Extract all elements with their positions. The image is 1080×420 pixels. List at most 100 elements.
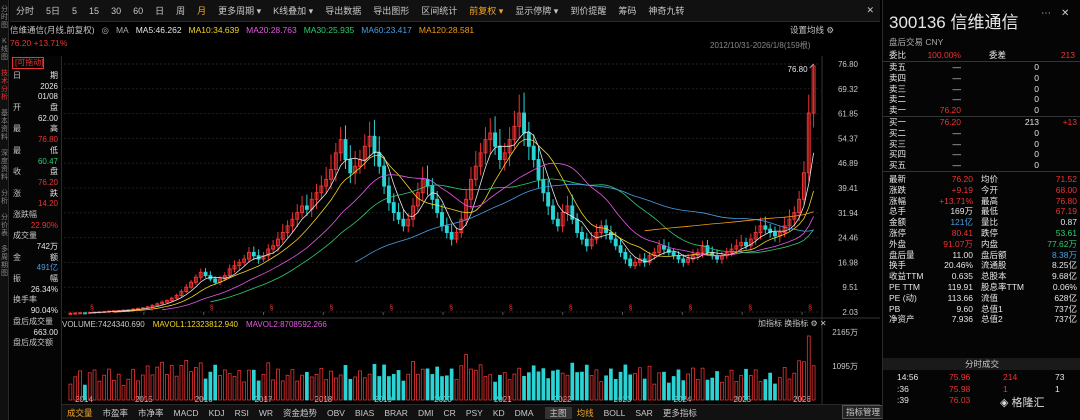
indicator-actions[interactable]: 加指标 换指标 ⚙ ✕ — [758, 318, 827, 329]
book-label: 买五 — [889, 160, 907, 171]
indicator-tab-20[interactable]: 更多指标 — [658, 407, 702, 419]
book-label: 卖四 — [889, 72, 907, 83]
sidebar-item-2[interactable]: 技术分析 — [0, 70, 9, 102]
indicator-tab-17[interactable]: 均线 — [572, 407, 599, 419]
toolbar-close-icon[interactable]: ✕ — [860, 5, 880, 16]
period-tab-12[interactable]: 导出图形 — [367, 4, 415, 17]
indicator-tab-16[interactable]: 主图 — [544, 406, 572, 419]
indicator-tab-12[interactable]: CR — [439, 408, 461, 418]
indicator-tab-13[interactable]: PSY — [461, 408, 488, 418]
left-nav-sidebar[interactable]: 分时图 K线图技术分析基本资料深度资料分析分价表多周期图 — [0, 0, 9, 420]
dividend-marker-icon[interactable]: § — [389, 305, 393, 312]
indicator-tab-19[interactable]: SAR — [630, 408, 657, 418]
period-tab-16[interactable]: 到价提醒 — [564, 4, 612, 17]
indicator-tab-3[interactable]: MACD — [169, 408, 204, 418]
stat-value: 737亿 — [1054, 314, 1077, 325]
period-tab-10[interactable]: K线叠加 ▾ — [267, 4, 319, 17]
ma-settings-button[interactable]: 设置均线 ⚙ — [790, 24, 834, 36]
stat-value: 91.07万 — [943, 238, 973, 249]
period-tab-2[interactable]: 5 — [66, 6, 83, 16]
period-tab-18[interactable]: 神奇九转 — [642, 4, 690, 17]
period-tab-11[interactable]: 导出数据 — [319, 4, 367, 17]
volume-bar — [126, 378, 131, 401]
dividend-marker-icon[interactable]: § — [688, 305, 692, 312]
volume-bar — [348, 378, 353, 401]
stat-label: 跌停 — [981, 228, 999, 238]
period-tab-5[interactable]: 60 — [127, 6, 149, 16]
volume-bar — [276, 368, 280, 401]
period-tab-9[interactable]: 更多周期 ▾ — [212, 4, 267, 17]
period-tab-6[interactable]: 日 — [149, 4, 170, 17]
volume-bar — [396, 370, 401, 401]
volume-bar — [517, 367, 522, 401]
period-tab-0[interactable]: 分时 — [10, 4, 40, 17]
indicator-tab-2[interactable]: 市净率 — [133, 407, 169, 419]
tick-trades-header[interactable]: 分时成交 — [883, 358, 1080, 370]
sidebar-item-5[interactable]: 分析 — [0, 190, 9, 206]
dividend-marker-icon[interactable]: § — [90, 305, 94, 312]
indicator-tab-6[interactable]: WR — [254, 408, 278, 418]
chart-title: 信维通信(月线,前复权) — [10, 25, 95, 35]
period-tab-1[interactable]: 5日 — [40, 4, 66, 17]
indicator-tab-4[interactable]: KDJ — [204, 408, 230, 418]
indicator-tab-5[interactable]: RSI — [230, 408, 254, 418]
indicator-tab-10[interactable]: BRAR — [379, 408, 413, 418]
period-tab-14[interactable]: 前复权 ▾ — [463, 4, 509, 17]
dividend-marker-icon[interactable]: § — [150, 305, 154, 312]
detail-row: 26.34% — [10, 285, 61, 296]
period-tab-7[interactable]: 周 — [170, 4, 191, 17]
sidebar-item-7[interactable]: 多周期图 — [0, 246, 9, 278]
indicator-tab-18[interactable]: BOLL — [599, 408, 631, 418]
indicator-tab-9[interactable]: BIAS — [350, 408, 379, 418]
indicator-tab-8[interactable]: OBV — [322, 408, 350, 418]
dividend-marker-icon[interactable]: § — [210, 305, 214, 312]
period-tab-17[interactable]: 筹码 — [612, 4, 642, 17]
dividend-marker-icon[interactable]: § — [808, 305, 812, 312]
detail-row: 成交量 — [10, 231, 61, 242]
dividend-marker-icon[interactable]: § — [748, 305, 752, 312]
sidebar-item-1[interactable]: K线图 — [0, 38, 9, 62]
period-tab-4[interactable]: 30 — [105, 6, 127, 16]
indicator-tab-7[interactable]: 资金趋势 — [278, 407, 322, 419]
sidebar-item-0[interactable]: 分时图 — [0, 6, 9, 30]
volume-bar — [111, 379, 116, 401]
close-icon[interactable]: ✕ — [1061, 8, 1069, 19]
indicator-manager-button[interactable]: 指标管理 — [841, 405, 884, 419]
more-icon[interactable]: ⋯ — [1041, 8, 1051, 19]
sidebar-item-3[interactable]: 基本资料 — [0, 110, 9, 142]
indicator-tab-15[interactable]: DMA — [510, 408, 539, 418]
candlestick-chart[interactable]: 76.80 69.32 61.85 54.37 46.89 39.41 31.94 24.46… — [62, 56, 880, 404]
stat-label: 总股本 — [981, 271, 1007, 282]
dividend-marker-icon[interactable]: § — [329, 305, 333, 312]
period-tab-3[interactable]: 15 — [83, 6, 105, 16]
volume-bar — [295, 380, 300, 401]
book-qty: 0 — [1034, 127, 1039, 138]
indicator-tab-11[interactable]: DMI — [413, 408, 439, 418]
period-tab-8[interactable]: 月 — [191, 4, 212, 17]
indicator-tab-bar[interactable]: 成交量 市盈率 市净率 MACD KDJ RSI WR 资金趋势 OBV BIAS BRAR DMI C… — [62, 404, 880, 420]
detail-label: 日 — [13, 71, 21, 80]
detail-row: 盘后成交量 — [10, 317, 61, 328]
dividend-marker-icon[interactable]: § — [569, 305, 573, 312]
period-tab-13[interactable]: 区间统计 — [415, 4, 463, 17]
volume-bar — [671, 376, 676, 401]
trade-time: :39 — [897, 395, 909, 405]
dividend-marker-icon[interactable]: § — [629, 305, 633, 312]
dividend-marker-icon[interactable]: § — [449, 305, 453, 312]
sidebar-item-4[interactable]: 深度资料 — [0, 150, 9, 182]
period-toolbar[interactable]: 分时 5日 5 15 30 60 日周月更多周期 ▾ K线叠加 ▾ 导出数据 导出图形 区间统计 前复… — [10, 0, 880, 22]
indicator-tab-1[interactable]: 市盈率 — [98, 407, 134, 419]
indicator-tab-14[interactable]: KD — [488, 408, 510, 418]
volume-bar — [555, 369, 560, 401]
detail-row: 2026 — [10, 82, 61, 93]
sidebar-item-6[interactable]: 分价表 — [0, 214, 9, 238]
book-price: 76.20 — [939, 117, 961, 127]
stat-row: 最新 76.20 均价 71.52 — [883, 174, 1080, 185]
draggable-tag[interactable]: [可拖动] — [12, 57, 45, 69]
dividend-marker-icon[interactable]: § — [270, 305, 274, 312]
ma-toggle-icon[interactable]: ◎ — [102, 25, 109, 36]
dividend-marker-icon[interactable]: § — [509, 305, 513, 312]
indicator-tab-0[interactable]: 成交量 — [62, 407, 98, 419]
period-tab-15[interactable]: 显示停牌 ▾ — [509, 4, 564, 17]
volume-bar — [768, 372, 773, 401]
